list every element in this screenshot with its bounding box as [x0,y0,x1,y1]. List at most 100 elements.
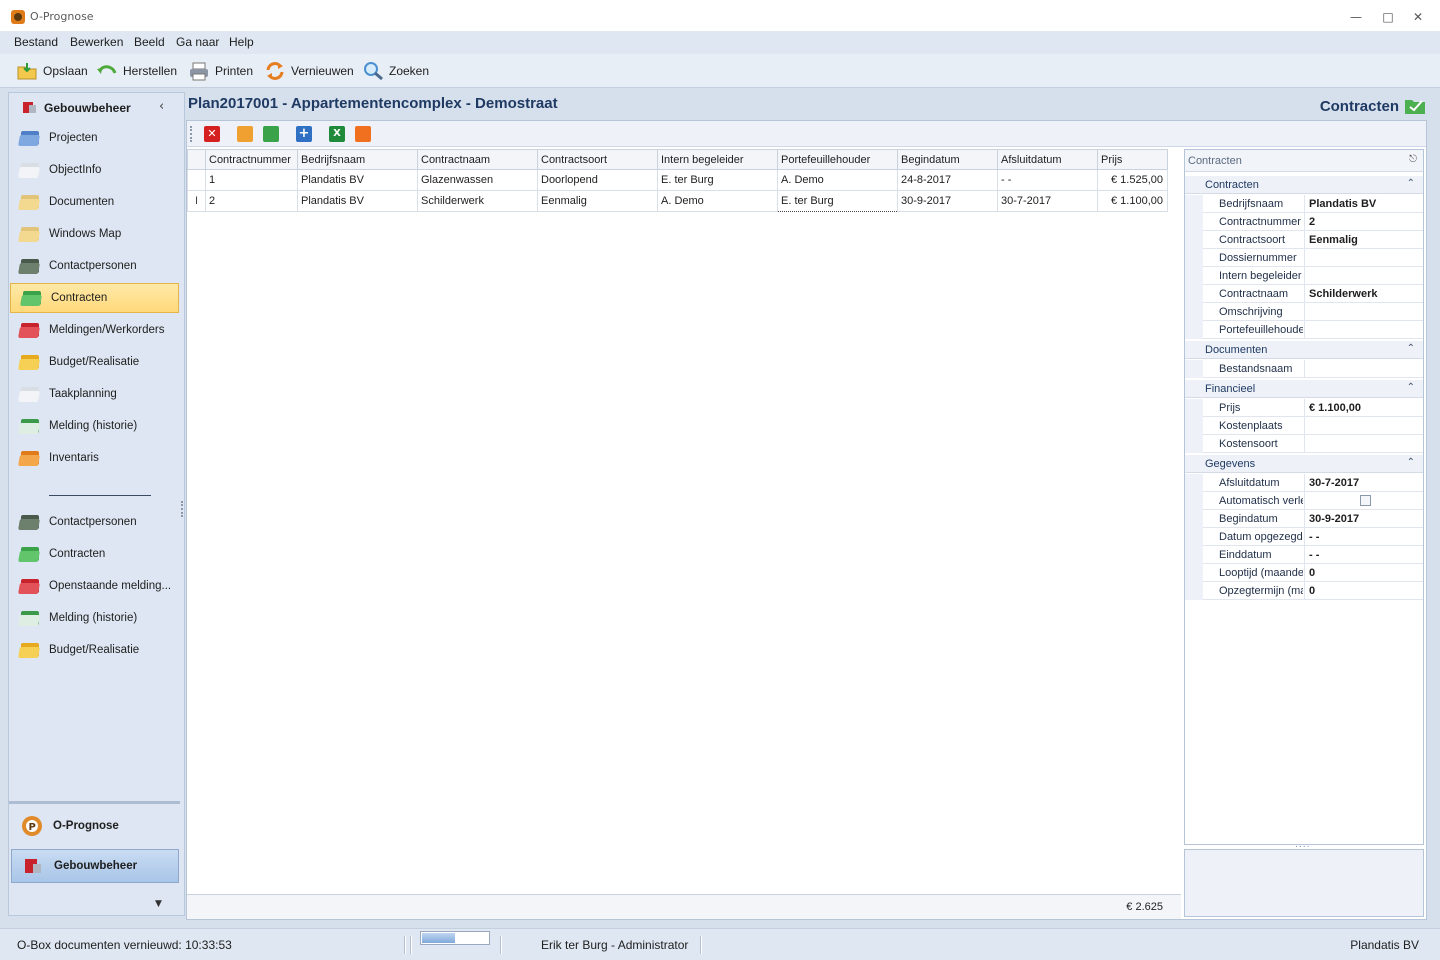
menu-ga-naar[interactable]: Ga naar [176,35,219,49]
table-cell[interactable]: E. ter Burg [657,169,778,191]
menu-help[interactable]: Help [229,35,254,49]
sidebar-item-windows-map[interactable]: Windows Map [9,219,184,249]
column-header[interactable]: Afsluitdatum [997,149,1098,170]
property-row[interactable]: Contractnummer 2 [1185,213,1423,231]
chevron-up-icon[interactable]: ⌃ [1407,457,1415,468]
excel-export-icon[interactable]: X [329,126,345,142]
favorite-item-contactpersonen[interactable]: Contactpersonen [9,507,184,537]
column-header[interactable]: Contractnummer [205,149,298,170]
table-cell[interactable]: € 1.100,00 [1097,190,1168,212]
sidebar-item-meldingen-werkorders[interactable]: Meldingen/Werkorders [9,315,184,345]
sidebar-item-documenten[interactable]: Documenten [9,187,184,217]
property-row[interactable]: Contractnaam Schilderwerk [1185,285,1423,303]
delete-icon[interactable]: ✕ [204,126,220,142]
property-row[interactable]: Portefeuillehouder [1185,321,1423,339]
table-cell[interactable]: € 1.525,00 [1097,169,1168,191]
property-value[interactable]: 2 [1309,216,1419,228]
property-value[interactable]: 30-7-2017 [1309,477,1419,489]
property-value[interactable]: Eenmalig [1309,234,1419,246]
sidebar-item-contracten[interactable]: Contracten [10,283,179,313]
table-cell[interactable]: 30-7-2017 [997,190,1098,212]
property-value[interactable]: - - [1309,531,1419,543]
open-record-icon[interactable] [237,126,253,142]
table-cell[interactable]: 24-8-2017 [897,169,998,191]
menu-beeld[interactable]: Beeld [134,35,165,49]
close-icon[interactable]: ✕ [1410,9,1426,25]
property-row[interactable]: Bestandsnaam [1185,360,1423,378]
chevron-up-icon[interactable]: ⌃ [1407,343,1415,354]
tab-o-prognose[interactable]: P O-Prognose [11,809,179,843]
table-cell[interactable]: 1 [205,169,298,191]
column-header[interactable]: Begindatum [897,149,998,170]
table-cell[interactable]: 2 [205,190,298,212]
column-header[interactable]: Bedrijfsnaam [297,149,418,170]
chevron-down-icon[interactable]: ▼ [155,899,162,909]
table-cell[interactable]: A. Demo [777,169,898,191]
property-row[interactable]: Einddatum - - [1185,546,1423,564]
table-cell[interactable]: - - [997,169,1098,191]
property-row[interactable]: Afsluitdatum 30-7-2017 [1185,474,1423,492]
sidebar-item-projecten[interactable]: Projecten [9,123,184,153]
sidebar-item-budget-realisatie[interactable]: Budget/Realisatie [9,347,184,377]
favorite-item-contracten[interactable]: Contracten [9,539,184,569]
favorite-item-openstaande-melding-[interactable]: Openstaande melding... [9,571,184,601]
collapse-chevron-icon[interactable]: ‹ [159,99,164,114]
column-header[interactable]: Intern begeleider [657,149,778,170]
property-row[interactable]: Datum opgezegd - - [1185,528,1423,546]
print-grid-icon[interactable] [355,126,371,142]
chevron-up-icon[interactable]: ⌃ [1407,178,1415,189]
property-category[interactable]: Gegevens ⌃ [1185,455,1423,473]
save-button[interactable]: Opslaan [16,59,88,83]
table-cell[interactable]: Schilderwerk [417,190,538,212]
table-cell[interactable]: A. Demo [657,190,778,212]
column-header[interactable]: Portefeuillehouder [777,149,898,170]
table-cell[interactable]: Plandatis BV [297,169,418,191]
favorite-item-budget-realisatie[interactable]: Budget/Realisatie [9,635,184,665]
property-row[interactable]: Opzegtermijn (maanden) 0 [1185,582,1423,600]
property-row[interactable]: Kostenplaats [1185,417,1423,435]
property-row[interactable]: Automatisch verlengen [1185,492,1423,510]
property-row[interactable]: Contractsoort Eenmalig [1185,231,1423,249]
edit-record-icon[interactable] [263,126,279,142]
property-row[interactable]: Begindatum 30-9-2017 [1185,510,1423,528]
maximize-icon[interactable]: □ [1380,9,1396,25]
sidebar-item-taakplanning[interactable]: Taakplanning [9,379,184,409]
property-value[interactable]: € 1.100,00 [1309,402,1419,414]
property-row[interactable]: Dossiernummer [1185,249,1423,267]
search-button[interactable]: Zoeken [362,59,429,83]
print-button[interactable]: Printen [188,59,253,83]
refresh-button[interactable]: Vernieuwen [264,59,354,83]
table-cell[interactable]: Doorlopend [537,169,658,191]
table-cell[interactable]: Plandatis BV [297,190,418,212]
bottom-splitter[interactable] [9,801,180,804]
sidebar-item-melding-historie-[interactable]: Melding (historie) [9,411,184,441]
tab-gebouwbeheer[interactable]: Gebouwbeheer [11,849,179,883]
column-header[interactable]: Contractnaam [417,149,538,170]
property-row[interactable]: Bedrijfsnaam Plandatis BV [1185,195,1423,213]
property-value[interactable]: 0 [1309,585,1419,597]
minimize-icon[interactable]: — [1348,9,1364,25]
row-indicator[interactable]: I [187,190,206,212]
column-header[interactable]: Contractsoort [537,149,658,170]
table-cell[interactable]: Eenmalig [537,190,658,212]
property-row[interactable]: Intern begeleider [1185,267,1423,285]
pin-icon[interactable]: ⎋ [1409,154,1417,165]
chevron-up-icon[interactable]: ⌃ [1407,382,1415,393]
menu-bewerken[interactable]: Bewerken [70,35,123,49]
property-value[interactable]: 30-9-2017 [1309,513,1419,525]
table-cell[interactable]: E. ter Burg [777,190,898,212]
property-category[interactable]: Contracten ⌃ [1185,176,1423,194]
table-row[interactable]: 1 Plandatis BV Glazenwassen Doorlopend E… [187,169,1168,191]
favorite-item-melding-historie-[interactable]: Melding (historie) [9,603,184,633]
add-icon[interactable]: + [296,126,312,142]
sidebar-item-contactpersonen[interactable]: Contactpersonen [9,251,184,281]
property-row[interactable]: Looptijd (maanden) 0 [1185,564,1423,582]
table-cell[interactable]: 30-9-2017 [897,190,998,212]
menu-bestand[interactable]: Bestand [14,35,58,49]
sidebar-item-objectinfo[interactable]: ObjectInfo [9,155,184,185]
column-header[interactable]: Prijs [1097,149,1168,170]
property-value[interactable]: - - [1309,549,1419,561]
property-row[interactable]: Kostensoort [1185,435,1423,453]
restore-button[interactable]: Herstellen [96,59,177,83]
property-row[interactable]: Omschrijving [1185,303,1423,321]
